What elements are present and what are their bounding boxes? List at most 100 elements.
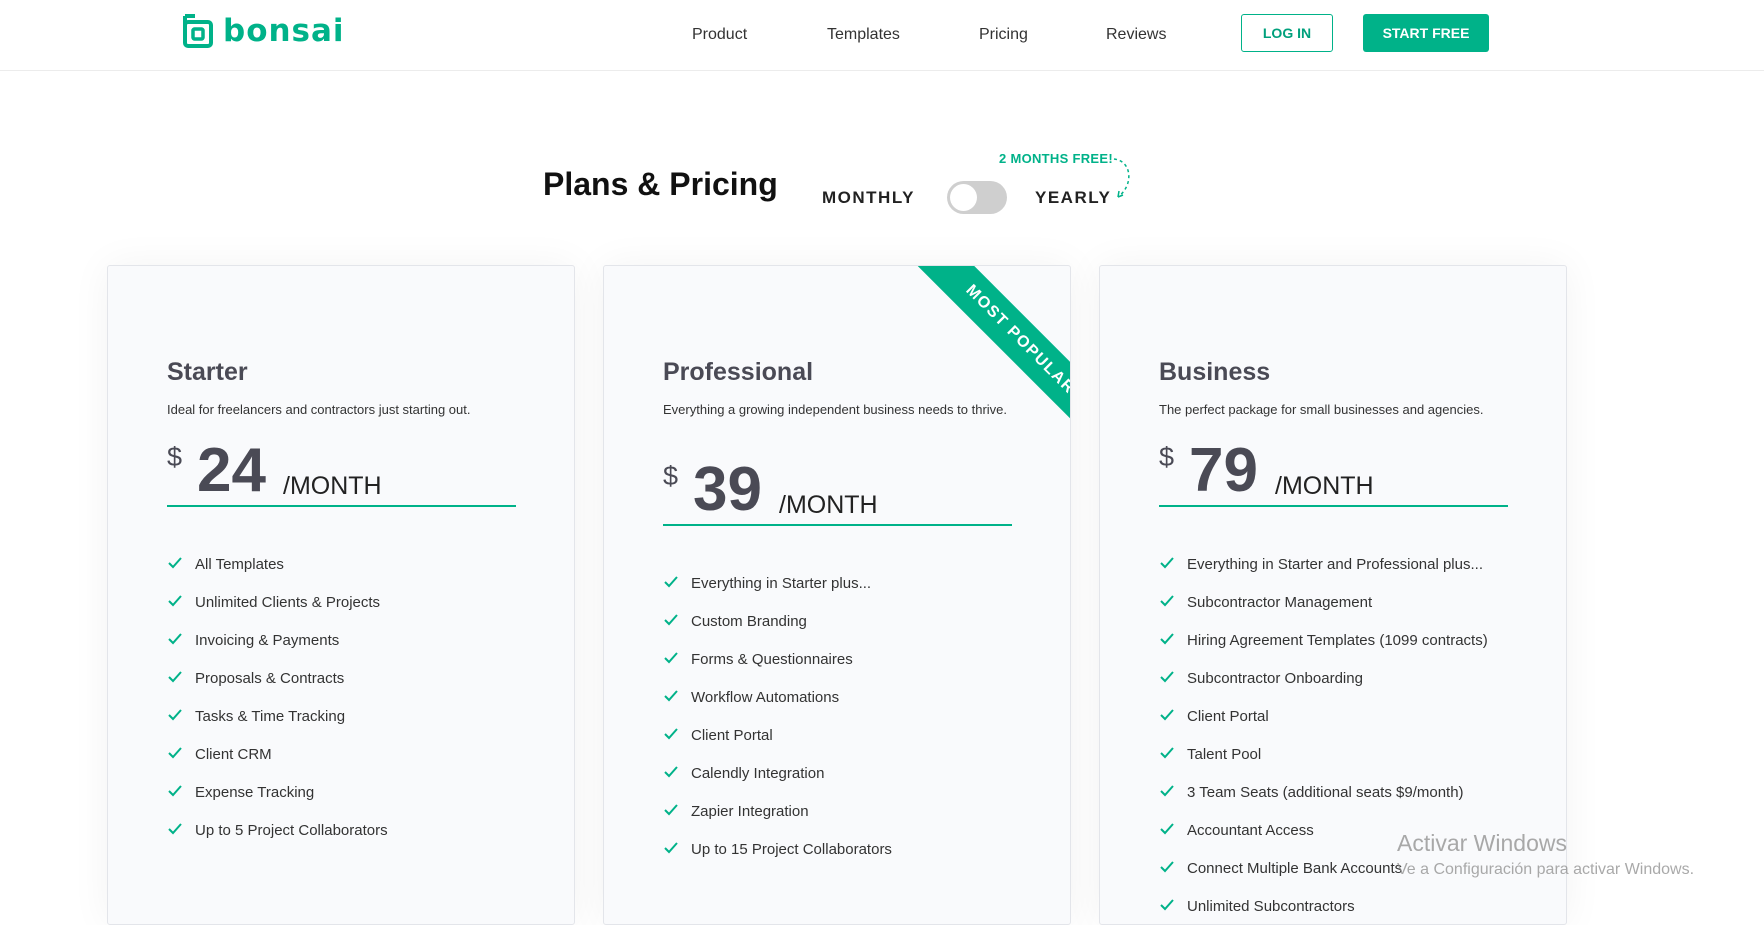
feature-label: Client CRM [195,746,272,763]
check-icon [1160,671,1174,683]
toggle-knob [950,184,977,211]
plan-description: Everything a growing independent busines… [663,402,1007,417]
check-icon [1160,709,1174,721]
check-icon [168,747,182,759]
plan-description: Ideal for freelancers and contractors ju… [167,402,471,417]
feature-label: Talent Pool [1187,746,1262,763]
price-period: /MONTH [283,472,382,500]
feature-label: Expense Tracking [195,784,315,801]
currency-symbol: $ [1159,442,1175,472]
plan-card-starter: Starter Ideal for freelancers and contra… [107,265,575,925]
feature-item: Workflow Automations [663,689,892,727]
billing-toggle[interactable] [947,181,1007,214]
feature-item: Tasks & Time Tracking [167,708,388,746]
feature-item: Calendly Integration [663,765,892,803]
price-amount: 39 [693,455,762,524]
check-icon [664,614,678,626]
feature-label: Up to 5 Project Collaborators [195,822,388,839]
feature-label: Proposals & Contracts [195,670,345,687]
feature-label: Forms & Questionnaires [691,651,853,668]
page-title: Plans & Pricing [543,166,778,202]
plan-card-business: Business The perfect package for small b… [1099,265,1567,925]
nav-link-reviews[interactable]: Reviews [1106,26,1166,44]
feature-label: Everything in Starter and Professional p… [1187,556,1483,573]
check-icon [168,557,182,569]
feature-item: Subcontractor Management [1159,594,1488,632]
feature-item: Everything in Starter and Professional p… [1159,556,1488,594]
feature-item: Zapier Integration [663,803,892,841]
feature-item: Up to 15 Project Collaborators [663,841,892,879]
bonsai-logo-icon [183,14,213,48]
feature-item: Everything in Starter plus... [663,575,892,613]
feature-label: 3 Team Seats (additional seats $9/month) [1187,784,1464,801]
price-period: /MONTH [1275,472,1374,500]
check-icon [664,804,678,816]
check-icon [664,728,678,740]
check-icon [664,766,678,778]
plan-card-professional: MOST POPULAR Professional Everything a g… [603,265,1071,925]
promo-badge: 2 MONTHS FREE! [999,151,1113,166]
check-icon [168,633,182,645]
feature-item: Expense Tracking [167,784,388,822]
check-icon [664,652,678,664]
check-icon [168,709,182,721]
feature-item: Hiring Agreement Templates (1099 contrac… [1159,632,1488,670]
watermark-subtitle: Ve a Configuración para activar Windows. [1397,861,1695,878]
feature-label: Accountant Access [1187,822,1314,839]
check-icon [664,690,678,702]
feature-item: Unlimited Clients & Projects [167,594,388,632]
check-icon [1160,861,1174,873]
plan-price: $ 24 /MONTH [167,438,516,507]
feature-label: Unlimited Subcontractors [1187,898,1355,915]
brand-logo[interactable]: bonsai [183,14,345,48]
check-icon [168,785,182,797]
feature-item: Up to 5 Project Collaborators [167,822,388,860]
feature-label: Connect Multiple Bank Accounts [1187,860,1403,877]
check-icon [1160,785,1174,797]
nav-link-templates[interactable]: Templates [827,26,900,44]
check-icon [664,576,678,588]
price-amount: 24 [197,436,266,505]
feature-label: Tasks & Time Tracking [195,708,346,725]
feature-label: Unlimited Clients & Projects [195,594,381,611]
price-period: /MONTH [779,491,878,519]
currency-symbol: $ [167,442,183,472]
monthly-label[interactable]: MONTHLY [822,188,915,208]
plan-price: $ 39 /MONTH [663,457,1012,526]
feature-list: Everything in Starter plus... Custom Bra… [663,575,892,879]
yearly-label[interactable]: YEARLY [1035,188,1111,208]
plan-name: Starter [167,358,248,386]
watermark-title: Activar Windows [1397,830,1567,856]
check-icon [1160,633,1174,645]
feature-label: Calendly Integration [691,765,825,782]
nav-link-product[interactable]: Product [692,26,747,44]
login-button[interactable]: LOG IN [1241,14,1333,52]
feature-list: All Templates Unlimited Clients & Projec… [167,556,388,860]
feature-item: Talent Pool [1159,746,1488,784]
start-free-button[interactable]: START FREE [1363,14,1489,52]
feature-item: Client CRM [167,746,388,784]
feature-label: Workflow Automations [691,689,840,706]
nav-link-pricing[interactable]: Pricing [979,26,1028,44]
feature-label: Custom Branding [691,613,807,630]
feature-label: Invoicing & Payments [195,632,340,649]
plan-description: The perfect package for small businesses… [1159,402,1484,417]
currency-symbol: $ [663,461,679,491]
feature-item: Client Portal [663,727,892,765]
check-icon [168,671,182,683]
windows-activation-watermark: Activar Windows Ve a Configuración para … [1397,830,1694,879]
feature-item: Forms & Questionnaires [663,651,892,689]
check-icon [1160,557,1174,569]
feature-item: Invoicing & Payments [167,632,388,670]
check-icon [1160,747,1174,759]
check-icon [1160,595,1174,607]
feature-label: Up to 15 Project Collaborators [691,841,892,858]
plan-name: Business [1159,358,1271,386]
check-icon [664,842,678,854]
feature-label: Hiring Agreement Templates (1099 contrac… [1187,632,1488,649]
dashed-arrow-icon [1113,158,1130,198]
feature-label: Zapier Integration [691,803,809,820]
feature-label: Client Portal [1187,708,1269,725]
feature-item: Proposals & Contracts [167,670,388,708]
feature-label: All Templates [195,556,284,573]
